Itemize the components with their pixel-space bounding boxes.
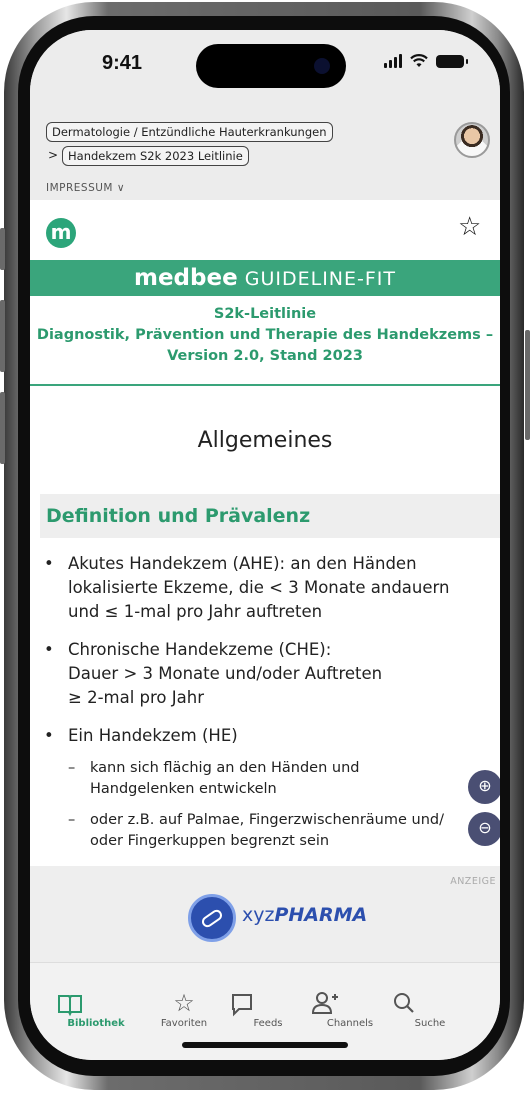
- tab-label: Favoriten: [160, 1018, 208, 1029]
- sub-list-item-text: oder z.B. auf Palmae, Fingerzwischenräum…: [90, 812, 444, 828]
- cellular-signal-icon: [384, 54, 402, 68]
- wifi-icon: [410, 54, 428, 67]
- ad-brand-prefix: xyz: [242, 904, 275, 926]
- bullet-symbol: •: [44, 640, 54, 659]
- dynamic-island: [196, 44, 346, 88]
- phone-side-button: [0, 392, 5, 464]
- impressum-toggle[interactable]: IMPRESSUM ∨: [46, 182, 125, 194]
- phone-screen: 9:41 Dermatologie / Entzündliche Hauterk…: [30, 30, 500, 1060]
- tab-favoriten[interactable]: ☆ Favoriten: [144, 988, 224, 1029]
- battery-icon: [436, 55, 468, 68]
- sub-list-item-text: kann sich flächig an den Händen und: [90, 760, 360, 776]
- subsection-heading: Definition und Prävalenz: [40, 494, 500, 538]
- add-user-icon: [311, 992, 338, 1014]
- status-icons: [384, 54, 468, 68]
- tab-label: Feeds: [253, 1018, 283, 1029]
- brand-tagline: GUIDELINE-FIT: [244, 268, 397, 290]
- avatar[interactable]: [454, 122, 490, 158]
- phone-side-button: [0, 228, 5, 270]
- ad-brand-name: PHARMA: [274, 904, 368, 926]
- sub-list-item-text: Handgelenken entwickeln: [90, 781, 277, 797]
- impressum-label: IMPRESSUM: [46, 182, 113, 194]
- chat-icon: [232, 994, 252, 1017]
- tab-label: Bibliothek: [67, 1018, 125, 1029]
- breadcrumb-separator: >: [48, 148, 59, 162]
- tab-label: Suche: [414, 1018, 446, 1029]
- medbee-logo: m: [46, 218, 76, 248]
- book-icon: [58, 995, 82, 1017]
- pill-icon: [188, 894, 236, 942]
- status-time: 9:41: [102, 52, 143, 74]
- breadcrumb-category[interactable]: Dermatologie / Entzündliche Hauterkranku…: [46, 122, 333, 142]
- tab-feeds[interactable]: Feeds: [228, 988, 308, 1029]
- guideline-line-1: S2k-Leitlinie: [213, 306, 317, 322]
- dash-symbol: –: [68, 812, 76, 828]
- list-item-text: Ein Handekzem (HE): [68, 726, 238, 745]
- tab-label: Channels: [326, 1018, 374, 1029]
- tab-suche[interactable]: Suche: [390, 988, 470, 1029]
- star-icon: ☆: [173, 989, 195, 1017]
- ad-label: ANZEIGE: [450, 876, 496, 887]
- bullet-symbol: •: [44, 726, 54, 745]
- search-icon: [394, 993, 414, 1013]
- ad-brand: xyzPHARMA: [242, 904, 367, 926]
- breadcrumb-current[interactable]: Handekzem S2k 2023 Leitlinie: [62, 146, 249, 166]
- section-title: Allgemeines: [197, 428, 333, 453]
- list-item-text: Dauer > 3 Monate und/oder Auftreten: [68, 664, 383, 683]
- phone-side-button: [0, 300, 5, 372]
- favorite-star-icon[interactable]: ☆: [458, 214, 481, 240]
- list-item-text: und ≤ 1-mal pro Jahr auftreten: [68, 602, 323, 621]
- guideline-line-3: Version 2.0, Stand 2023: [167, 348, 363, 364]
- guideline-title: S2k-Leitlinie Diagnostik, Prävention und…: [30, 304, 500, 367]
- list-item-text: Chronische Handekzeme (CHE):: [68, 640, 332, 659]
- brand-name: medbee: [133, 265, 238, 291]
- home-indicator[interactable]: [182, 1042, 348, 1048]
- phone-side-button: [525, 330, 530, 440]
- zoom-in-icon[interactable]: ⊕: [468, 770, 500, 804]
- brand-banner: medbee GUIDELINE-FIT: [30, 260, 500, 296]
- zoom-out-icon[interactable]: ⊖: [468, 812, 500, 846]
- camera-icon: [314, 58, 330, 74]
- divider: [30, 384, 500, 386]
- tab-channels[interactable]: Channels: [310, 988, 390, 1029]
- sub-list-item-text: oder Fingerkuppen begrenzt sein: [90, 833, 330, 849]
- guideline-line-2: Diagnostik, Prävention und Therapie des …: [36, 327, 494, 343]
- bullet-symbol: •: [44, 554, 54, 573]
- list-item-text: Akutes Handekzem (AHE): an den Händen: [68, 554, 417, 573]
- tab-bibliothek[interactable]: Bibliothek: [56, 988, 136, 1029]
- chevron-down-icon: ∨: [116, 182, 126, 194]
- list-item-text: ≥ 2-mal pro Jahr: [68, 688, 204, 707]
- dash-symbol: –: [68, 760, 76, 776]
- list-item-text: lokalisierte Ekzeme, die < 3 Monate anda…: [68, 578, 450, 597]
